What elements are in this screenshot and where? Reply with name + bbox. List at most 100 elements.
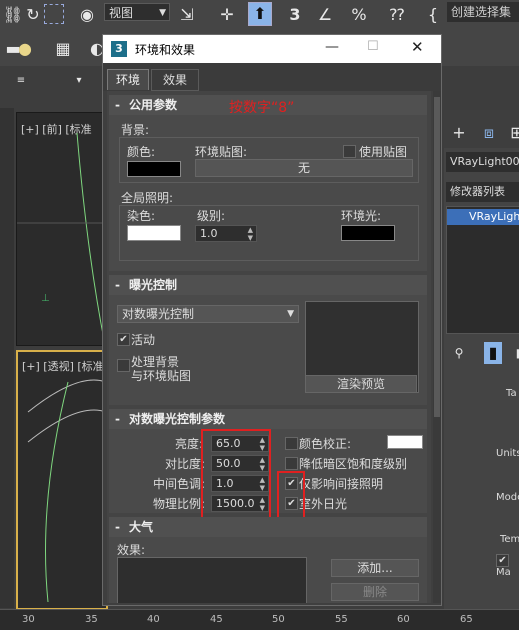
tint-swatch[interactable] (127, 225, 181, 241)
annotation-text: 按数字“8” (229, 100, 295, 116)
ruler-tick: 50 (272, 614, 285, 625)
active-label: 活动 (131, 333, 156, 347)
panel-fragment-mode: Mode (496, 492, 519, 503)
select-region-icon[interactable] (44, 4, 64, 24)
global-light-label: 全局照明: (121, 191, 174, 205)
color-correction-label: 颜色校正: (299, 437, 352, 451)
front-viewport-grid (17, 132, 105, 345)
modify-icon[interactable]: ⧈ (478, 122, 500, 144)
exposure-type-select[interactable]: 对数曝光控制 ▼ (117, 305, 299, 323)
make-unique-icon[interactable]: ▮ (508, 342, 519, 364)
viewport-menu-icon[interactable]: ≡ (10, 70, 32, 92)
create-icon[interactable]: + (448, 122, 470, 144)
dialog-content: - 公用参数 按数字“8” 背景: 颜色: 环境贴图: 使用贴图 无 全局照明: … (107, 91, 431, 603)
use-map-checkbox[interactable] (343, 145, 356, 158)
color-correction-swatch[interactable] (387, 435, 423, 449)
snap-3d-icon[interactable]: 3 (284, 4, 306, 26)
ruler-tick: 40 (147, 614, 160, 625)
percent-snap-glyph: % (351, 5, 367, 24)
pin-stack-icon[interactable]: ⚲ (448, 342, 470, 364)
move-icon[interactable]: ✛ (216, 4, 238, 26)
atmosphere-header[interactable]: - 大气 (109, 517, 427, 537)
panel-fragment-ma-row: ✔ Ma (496, 554, 519, 578)
common-params-title: 公用参数 (129, 98, 178, 112)
log-params-header[interactable]: - 对数曝光控制参数 (109, 409, 427, 429)
tab-effects[interactable]: 效果 (151, 69, 199, 91)
timeline-ruler[interactable]: 30 35 40 45 50 55 60 65 (0, 609, 519, 630)
percent-snap-icon[interactable]: % (348, 4, 370, 26)
pivot-icon[interactable]: ⇲ (176, 4, 198, 26)
app-logo-icon: 3 (111, 41, 127, 57)
exposure-header[interactable]: - 曝光控制 (109, 275, 427, 295)
close-icon[interactable]: ✕ (411, 38, 424, 56)
angle-snap-icon[interactable]: ∠ (314, 4, 336, 26)
modifier-list-dropdown[interactable]: 修改器列表 (446, 182, 519, 202)
ruler-tick: 30 (22, 614, 35, 625)
level-label: 级别: (197, 209, 226, 223)
contrast-label: 对比度: (165, 457, 206, 471)
show-end-result-icon[interactable]: ▮ (484, 342, 502, 364)
ambient-label: 环境光: (341, 209, 382, 223)
level-spinner[interactable]: 1.0 ▲ ▼ (195, 225, 257, 242)
active-checkbox[interactable]: ✔ (117, 333, 130, 346)
view-select-label: 视图 (109, 6, 134, 20)
maximize-icon: ☐ (367, 39, 379, 54)
process-bg-checkbox[interactable] (117, 359, 130, 372)
log-params-title: 对数曝光控制参数 (129, 412, 226, 426)
add-effect-button[interactable]: 添加... (331, 559, 419, 577)
phys-scale-label: 物理比例: (153, 497, 206, 511)
grid-icon[interactable]: ▦ (52, 38, 74, 60)
viewport-layout-icon[interactable]: ▾ (68, 70, 90, 92)
desaturate-checkbox[interactable] (285, 457, 298, 470)
object-name-field[interactable]: VRayLight00 (446, 152, 519, 172)
level-value: 1.0 (200, 227, 218, 240)
env-map-button[interactable]: 无 (195, 159, 413, 177)
ambient-swatch[interactable] (341, 225, 395, 241)
panel-ma-checkbox[interactable]: ✔ (496, 554, 509, 567)
use-map-label: 使用贴图 (359, 145, 408, 159)
background-label: 背景: (121, 123, 150, 137)
render-preview-button[interactable]: 渲染预览 (305, 375, 417, 393)
process-bg-label: 处理背景 与环境贴图 (131, 355, 192, 383)
ruler-tick: 60 (397, 614, 410, 625)
delete-effect-button: 删除 (331, 583, 419, 601)
midtones-label: 中间色调: (153, 477, 206, 491)
brightness-label: 亮度: (175, 437, 204, 451)
edit-named-sets-icon[interactable]: { (422, 4, 444, 26)
selection-set-label: 创建选择集 (451, 5, 512, 19)
ruler-tick: 45 (210, 614, 223, 625)
perspective-viewport[interactable]: [+] [透视] [标准 (16, 350, 108, 610)
modifier-stack-item[interactable]: VRayLigh (447, 209, 519, 225)
hierarchy-icon[interactable]: ⊞ (506, 122, 519, 144)
minimize-icon[interactable]: — (325, 39, 339, 55)
link-icon[interactable]: ⛓ (2, 4, 24, 26)
select-object-icon[interactable]: ◉ (76, 4, 98, 26)
bg-color-swatch[interactable] (127, 161, 181, 177)
view-select[interactable]: 视图 ▼ (104, 3, 170, 21)
dialog-title: 环境和效果 (135, 43, 196, 57)
scrollbar-thumb[interactable] (434, 97, 440, 417)
axis-gizmo-icon: ⊥ (41, 293, 50, 304)
effects-label: 效果: (117, 543, 146, 557)
perspective-viewport-geometry (27, 379, 106, 603)
material-sphere-icon[interactable]: ● (14, 38, 36, 60)
select-manipulate-icon[interactable]: ⬆ (248, 2, 272, 26)
dialog-tabs: 环境 效果 (103, 63, 441, 91)
dialog-scrollbar[interactable] (433, 91, 441, 603)
undo-icon[interactable]: ↻ (22, 4, 44, 26)
highlight-checkboxes-box (277, 471, 305, 519)
dialog-titlebar[interactable]: 3 环境和效果 — ☐ ✕ (103, 35, 441, 63)
effects-list[interactable] (117, 557, 307, 603)
color-correction-checkbox[interactable] (285, 437, 298, 450)
tab-environment[interactable]: 环境 (107, 69, 149, 90)
selection-set-input[interactable]: 创建选择集 (447, 2, 519, 22)
panel-fragment-units: Units (496, 448, 519, 459)
spinner-snap-icon[interactable]: ⁇ (386, 4, 408, 26)
panel-fragment-temp: Temp (500, 534, 519, 545)
atmosphere-rollout: - 大气 效果: 添加... 删除 (109, 517, 427, 603)
front-viewport[interactable]: [+] [前] [标准 ⊥ (16, 112, 106, 346)
ruler-tick: 65 (460, 614, 473, 625)
modifier-stack: VRayLigh (446, 206, 519, 334)
left-strip (0, 108, 14, 608)
environment-effects-dialog: 3 环境和效果 — ☐ ✕ 环境 效果 - 公用参数 按数字“8” 背景: 颜色:… (102, 34, 442, 606)
